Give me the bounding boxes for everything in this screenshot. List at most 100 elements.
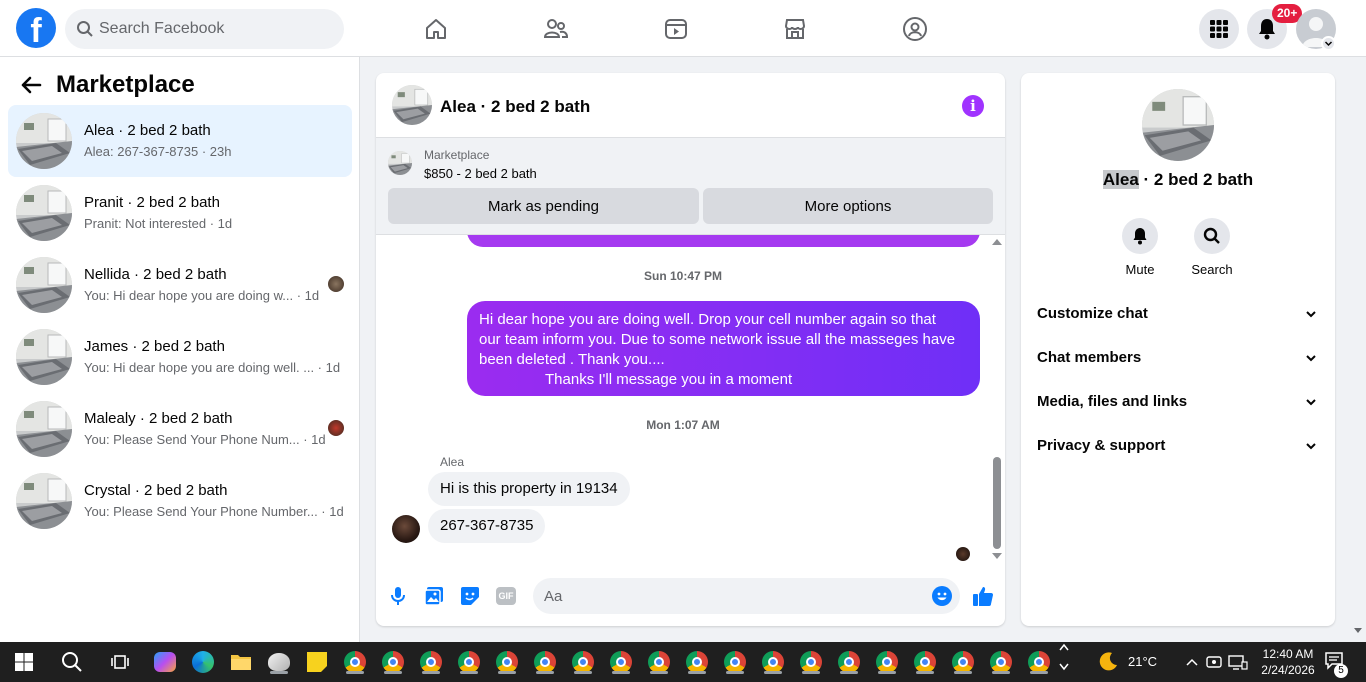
- chrome-browser-icon[interactable]: [381, 650, 405, 674]
- chrome-browser-icon[interactable]: [343, 650, 367, 674]
- chat-members-section[interactable]: Chat members: [1029, 338, 1327, 378]
- chrome-browser-icon[interactable]: [571, 650, 595, 674]
- message-input-box[interactable]: [533, 578, 960, 614]
- previous-message-bubble: [467, 235, 980, 247]
- chrome-browser-icon[interactable]: [875, 650, 899, 674]
- incoming-message-bubble[interactable]: Hi is this property in 19134: [428, 472, 630, 506]
- home-icon[interactable]: [416, 12, 456, 46]
- windows-start-icon[interactable]: [12, 650, 36, 674]
- taskbar-overflow-arrows-icon[interactable]: [1056, 643, 1072, 671]
- chevron-down-icon: [1306, 311, 1316, 318]
- clock-time: 12:40 AM: [1262, 647, 1314, 661]
- sticky-notes-icon[interactable]: [305, 650, 329, 674]
- conversation-item[interactable]: James · 2 bed 2 bath You: Hi dear hope yo…: [8, 321, 352, 393]
- chrome-browser-icon[interactable]: [419, 650, 443, 674]
- gif-label: GIF: [496, 587, 516, 605]
- page-scroll-down-arrow-icon[interactable]: [1354, 628, 1362, 633]
- listing-price-title[interactable]: $850 - 2 bed 2 bath: [424, 166, 537, 181]
- conversation-thumbnail: [16, 185, 72, 241]
- chrome-browser-icon[interactable]: [685, 650, 709, 674]
- conversation-item[interactable]: Crystal · 2 bed 2 bath You: Please Send Y…: [8, 465, 352, 537]
- search-icon: [1194, 218, 1230, 254]
- chrome-browser-icon[interactable]: [837, 650, 861, 674]
- weather-moon-icon[interactable]: [1096, 650, 1120, 674]
- taskbar-search-icon[interactable]: [60, 650, 84, 674]
- video-icon[interactable]: [656, 12, 696, 46]
- friends-icon[interactable]: [536, 12, 576, 46]
- facebook-logo[interactable]: f: [16, 8, 56, 48]
- listing-large-thumbnail[interactable]: [1142, 89, 1214, 161]
- message-input[interactable]: [544, 578, 914, 614]
- running-indicator: [992, 671, 1010, 674]
- sender-avatar[interactable]: [392, 515, 420, 543]
- gif-icon[interactable]: GIF: [495, 585, 517, 607]
- media-files-links-section[interactable]: Media, files and links: [1029, 382, 1327, 422]
- running-indicator: [574, 671, 592, 674]
- chrome-browser-icon[interactable]: [647, 650, 671, 674]
- conversation-item[interactable]: Pranit · 2 bed 2 bath Pranit: Not interes…: [8, 177, 352, 249]
- photo-icon[interactable]: [423, 585, 445, 607]
- more-options-button[interactable]: More options: [703, 188, 993, 224]
- network-icon[interactable]: [1226, 650, 1250, 674]
- running-indicator: [612, 671, 630, 674]
- edge-browser-icon[interactable]: [191, 650, 215, 674]
- section-label: Chat members: [1037, 349, 1142, 366]
- info-icon[interactable]: i: [962, 95, 984, 117]
- mute-button[interactable]: Mute: [1110, 218, 1170, 277]
- chrome-browser-icon[interactable]: [989, 650, 1013, 674]
- scrollbar-thumb[interactable]: [993, 457, 1001, 549]
- system-tray-icon[interactable]: [1202, 650, 1226, 674]
- incoming-message-bubble[interactable]: 267-367-8735: [428, 509, 546, 543]
- weather-temperature[interactable]: 21°C: [1128, 654, 1157, 669]
- running-indicator: [422, 671, 440, 674]
- marketplace-icon[interactable]: [775, 12, 815, 46]
- copilot-icon[interactable]: [153, 650, 177, 674]
- search-input[interactable]: [99, 9, 334, 49]
- customize-chat-section[interactable]: Customize chat: [1029, 294, 1327, 334]
- privacy-support-section[interactable]: Privacy & support: [1029, 426, 1327, 466]
- paint-app-icon[interactable]: [267, 650, 291, 674]
- chrome-browser-icon[interactable]: [799, 650, 823, 674]
- chat-title[interactable]: Alea · 2 bed 2 bath: [440, 97, 590, 117]
- chrome-browser-icon[interactable]: [761, 650, 785, 674]
- chrome-browser-icon[interactable]: [495, 650, 519, 674]
- running-indicator: [460, 671, 478, 674]
- chrome-browser-icon[interactable]: [913, 650, 937, 674]
- system-clock[interactable]: 12:40 AM 2/24/2026: [1255, 646, 1321, 678]
- groups-icon[interactable]: [895, 12, 935, 46]
- message-thread[interactable]: Sun 10:47 PM Hi dear hope you are doing …: [376, 235, 1005, 568]
- chrome-browser-icon[interactable]: [457, 650, 481, 674]
- conversation-item[interactable]: Alea · 2 bed 2 bath Alea: 267-367-8735 · …: [8, 105, 352, 177]
- listing-small-thumbnail[interactable]: [388, 151, 412, 175]
- search-box[interactable]: [65, 9, 344, 49]
- chrome-browser-icon[interactable]: [951, 650, 975, 674]
- search-in-conversation-button[interactable]: Search: [1182, 218, 1242, 277]
- chrome-browser-icon[interactable]: [609, 650, 633, 674]
- conversation-item[interactable]: Nellida · 2 bed 2 bath You: Hi dear hope …: [8, 249, 352, 321]
- mark-as-pending-button[interactable]: Mark as pending: [388, 188, 699, 224]
- file-explorer-icon[interactable]: [229, 650, 253, 674]
- listing-thumbnail[interactable]: [392, 85, 432, 125]
- conversation-preview: You: Please Send Your Phone Number... · …: [84, 504, 344, 519]
- scroll-up-arrow-icon[interactable]: [992, 239, 1002, 245]
- message-scrollbar[interactable]: [989, 235, 1005, 568]
- chrome-browser-icon[interactable]: [723, 650, 747, 674]
- like-icon[interactable]: [972, 585, 994, 607]
- tray-chevron-up-icon[interactable]: [1180, 650, 1204, 674]
- microphone-icon[interactable]: [387, 585, 409, 607]
- back-arrow-icon[interactable]: [20, 75, 42, 100]
- task-view-icon[interactable]: [108, 650, 132, 674]
- sticker-icon[interactable]: [459, 585, 481, 607]
- scroll-down-arrow-icon[interactable]: [992, 553, 1002, 559]
- message-line: Thanks I'll message you in a moment: [545, 371, 793, 388]
- conversation-sidebar: Marketplace Alea · 2 bed 2 bath Alea: 267…: [0, 57, 360, 642]
- menu-grid-icon[interactable]: [1199, 9, 1239, 49]
- conversation-item[interactable]: Malealy · 2 bed 2 bath You: Please Send Y…: [8, 393, 352, 465]
- emoji-icon[interactable]: [932, 586, 952, 606]
- outgoing-message-bubble[interactable]: Hi dear hope you are doing well. Drop yo…: [467, 301, 980, 396]
- running-indicator: [270, 671, 288, 674]
- account-chevron-down-icon[interactable]: [1321, 36, 1336, 51]
- chrome-browser-icon[interactable]: [533, 650, 557, 674]
- chrome-browser-icon[interactable]: [1027, 650, 1051, 674]
- running-indicator: [650, 671, 668, 674]
